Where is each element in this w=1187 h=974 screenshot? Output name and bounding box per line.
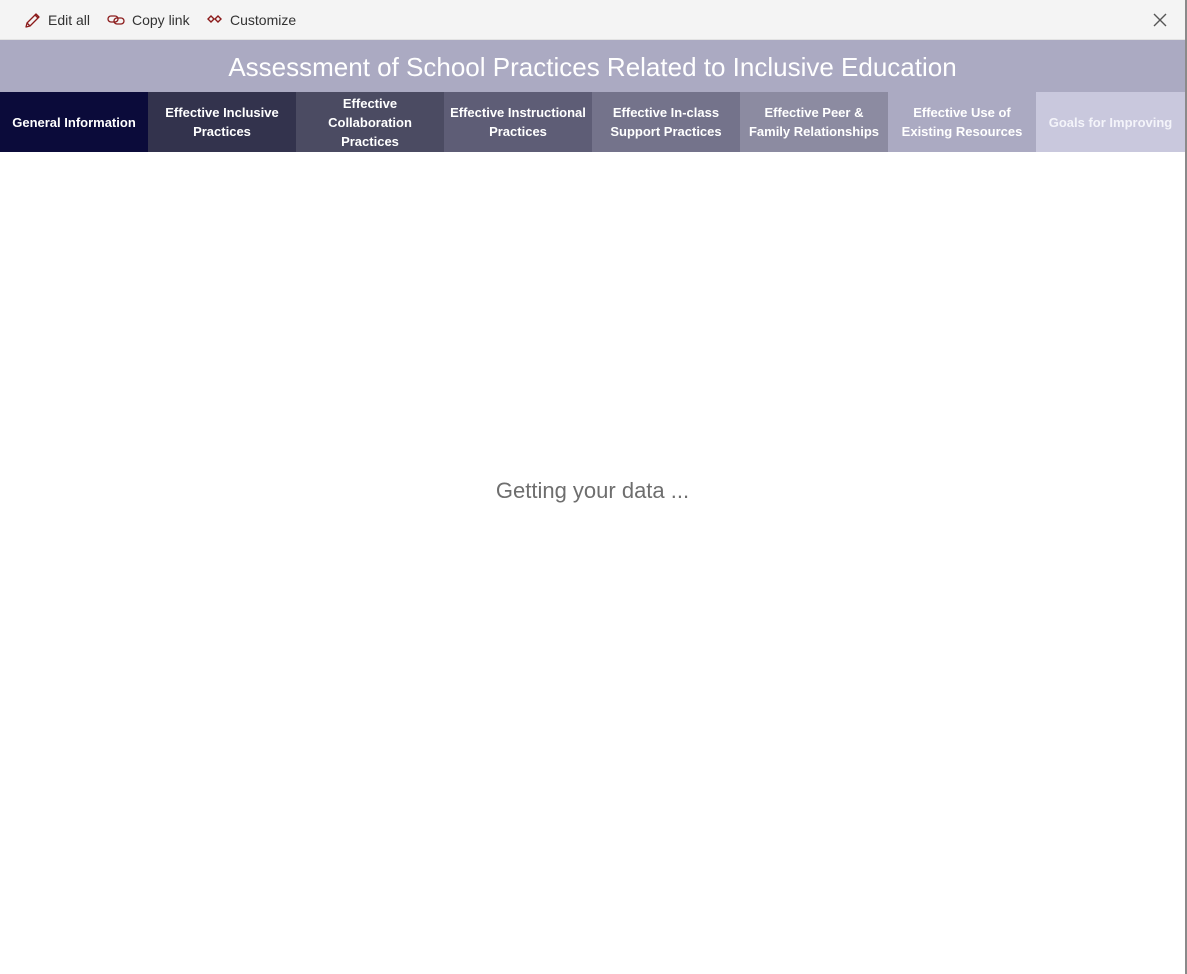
tab-effective-use-of-existing-resources[interactable]: Effective Use of Existing Resources <box>888 92 1036 152</box>
tab-label: Effective Collaboration Practices <box>328 95 412 149</box>
tab-label: Effective Inclusive Practices <box>165 105 279 139</box>
tab-bar: General Information Effective Inclusive … <box>0 92 1185 152</box>
close-icon <box>1153 13 1167 27</box>
customize-button[interactable]: Customize <box>207 0 296 40</box>
page-title-banner: Assessment of School Practices Related t… <box>0 40 1185 92</box>
tab-label: Effective In-class Support Practices <box>610 105 722 139</box>
customize-label: Customize <box>230 12 297 28</box>
page-title: Assessment of School Practices Related t… <box>228 51 957 82</box>
tab-effective-inclusive-practices[interactable]: Effective Inclusive Practices <box>148 92 296 152</box>
tab-effective-in-class-support-practices[interactable]: Effective In-class Support Practices <box>592 92 740 152</box>
pencil-icon <box>25 12 40 28</box>
tab-label: Goals for Improving <box>1048 114 1173 130</box>
dialog-window: Edit all Copy link Customize Assessment … <box>0 0 1187 974</box>
tab-label: Effective Use of Existing Resources <box>901 105 1023 139</box>
edit-all-button[interactable]: Edit all <box>24 0 90 40</box>
tab-goals-for-improving[interactable]: Goals for Improving <box>1036 92 1185 152</box>
loading-message: Getting your data ... <box>495 478 690 503</box>
edit-all-label: Edit all <box>48 12 91 28</box>
copy-link-label: Copy link <box>132 12 190 28</box>
close-button[interactable] <box>1150 10 1170 30</box>
tab-label: General Information <box>12 114 136 130</box>
link-icon <box>107 15 125 25</box>
copy-link-button[interactable]: Copy link <box>107 0 190 40</box>
toolbar: Edit all Copy link Customize <box>0 0 1185 40</box>
tab-label: Effective Instructional Practices <box>450 105 586 139</box>
tab-effective-collaboration-practices[interactable]: Effective Collaboration Practices <box>296 92 444 152</box>
tab-effective-instructional-practices[interactable]: Effective Instructional Practices <box>444 92 592 152</box>
diamonds-icon <box>207 15 222 23</box>
tab-effective-peer-family-relationships[interactable]: Effective Peer & Family Relationships <box>740 92 888 152</box>
tab-label: Effective Peer & Family Relationships <box>748 105 880 139</box>
tab-general-information[interactable]: General Information <box>0 92 148 152</box>
